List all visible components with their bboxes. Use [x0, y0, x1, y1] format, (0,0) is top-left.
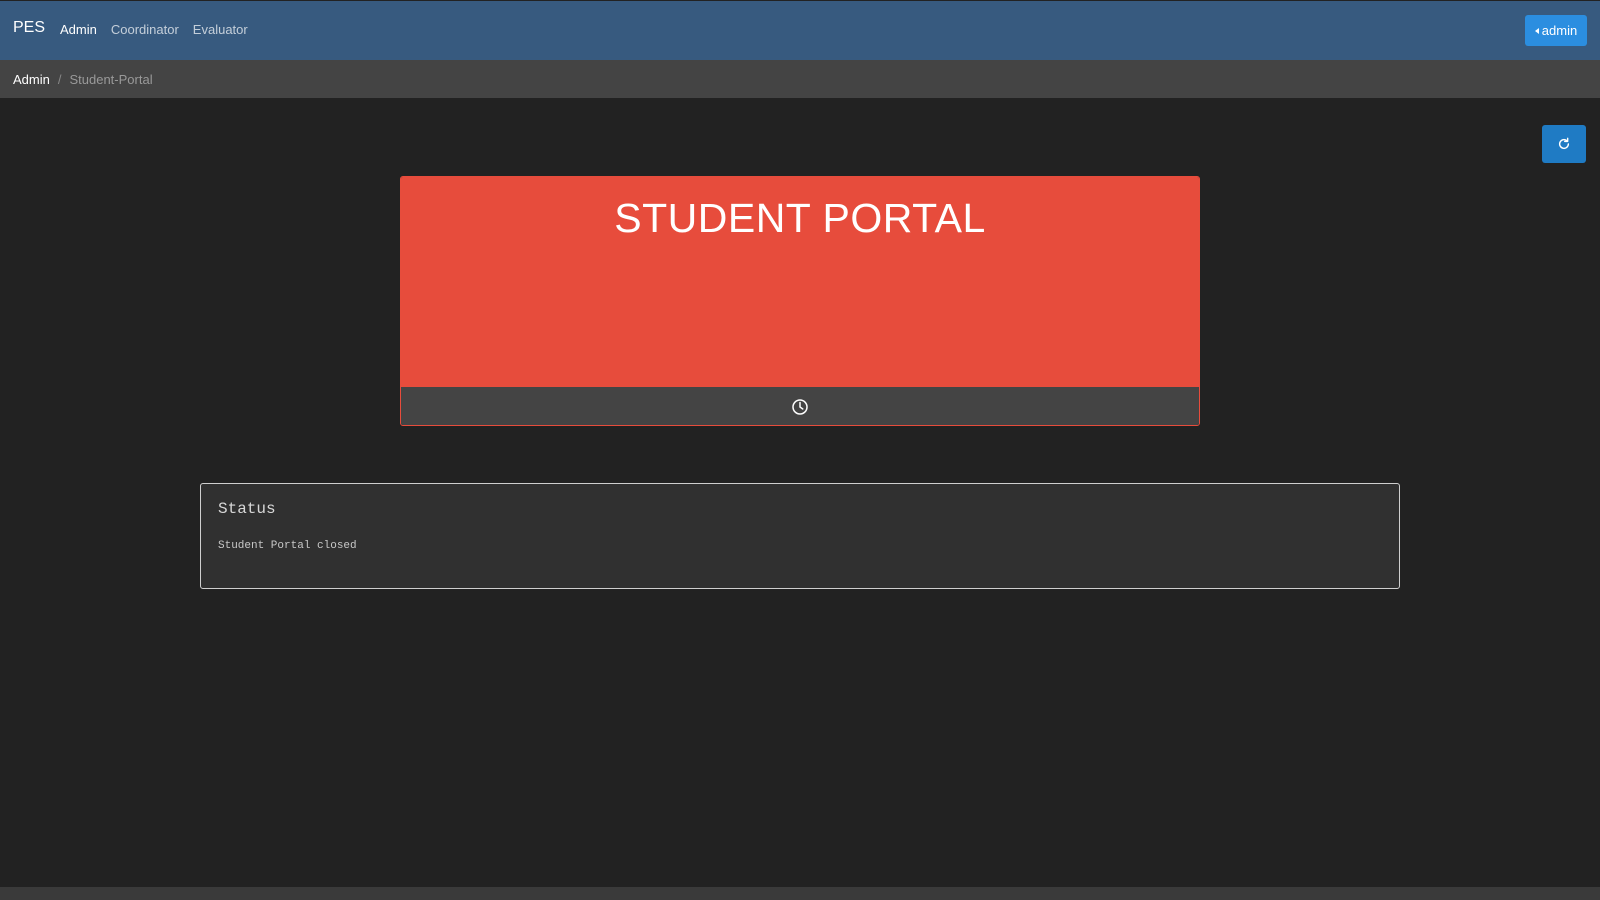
refresh-icon — [1558, 137, 1570, 150]
nav-links: Admin Coordinator Evaluator — [60, 22, 248, 37]
portal-title: STUDENT PORTAL — [614, 195, 986, 241]
brand-logo[interactable]: PES — [13, 19, 45, 37]
status-panel: Status Student Portal closed — [200, 483, 1400, 589]
caret-left-icon — [1534, 27, 1539, 34]
nav-link-coordinator[interactable]: Coordinator — [111, 22, 179, 37]
breadcrumb-item-current: Student-Portal — [69, 71, 153, 87]
portal-card-body: STUDENT PORTAL — [401, 177, 1199, 387]
nav-link-evaluator[interactable]: Evaluator — [193, 22, 248, 37]
nav-link-admin[interactable]: Admin — [60, 22, 97, 37]
refresh-button[interactable] — [1542, 125, 1586, 163]
portal-card-footer[interactable] — [401, 387, 1199, 425]
user-menu-button[interactable]: admin — [1525, 15, 1587, 46]
breadcrumb-item-admin[interactable]: Admin — [13, 72, 50, 87]
user-menu-label: admin — [1541, 23, 1578, 38]
status-heading: Status — [218, 500, 276, 518]
student-portal-card[interactable]: STUDENT PORTAL — [400, 176, 1200, 426]
breadcrumb: Admin / Student-Portal — [0, 60, 1600, 98]
horizontal-scrollbar[interactable] — [0, 887, 1600, 900]
breadcrumb-separator: / — [57, 71, 62, 87]
clock-icon — [792, 398, 808, 415]
status-message: Student Portal closed — [218, 540, 357, 552]
top-navbar: PES Admin Coordinator Evaluator admin — [0, 1, 1600, 60]
